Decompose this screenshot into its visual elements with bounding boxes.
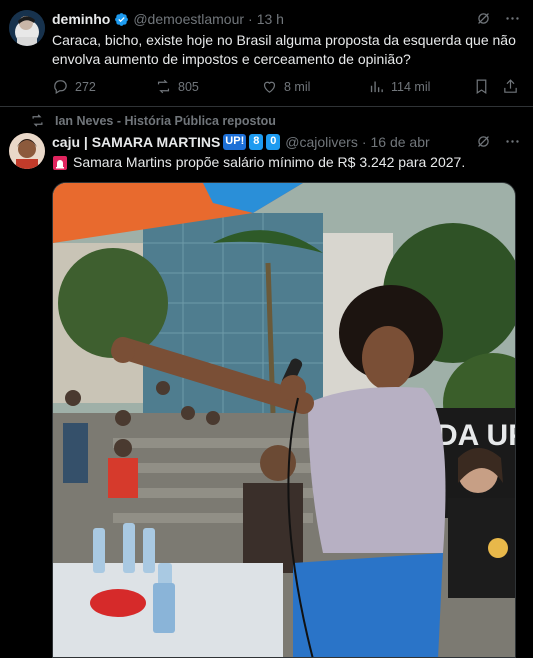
like-button[interactable]: 8 mil [261, 78, 310, 95]
display-name[interactable]: caju | SAMARA MARTINS [52, 134, 220, 150]
reply-icon [54, 80, 67, 94]
tweet-text-row: Samara Martins propõe salário mínimo de … [52, 153, 522, 172]
media-banner-text: DA UP [436, 419, 516, 452]
siren-emoji-icon [53, 155, 67, 170]
share-icon [504, 79, 517, 93]
verified-badge-icon [115, 12, 129, 26]
reposted-by[interactable]: Ian Neves - História Pública repostou [30, 113, 276, 128]
grok-icon[interactable] [475, 133, 492, 150]
number-0-badge: 0 [266, 134, 281, 150]
tweet-photo[interactable]: DA UP [52, 182, 516, 658]
share-button[interactable] [502, 78, 525, 95]
number-8-badge: 8 [249, 134, 264, 150]
repost-icon [32, 114, 43, 127]
separator: · [361, 134, 367, 150]
bookmark-icon [476, 79, 487, 95]
tweet-header: deminho @demoestlamour · 13 h [52, 11, 284, 27]
views-count: 114 mil [391, 79, 431, 94]
reply-count: 272 [75, 79, 96, 94]
tweet-top-actions [475, 133, 521, 150]
more-icon[interactable] [504, 10, 521, 27]
tweet-top-actions [475, 10, 521, 27]
tweet-text: Samara Martins propõe salário mínimo de … [73, 154, 466, 170]
tweet-deminho[interactable]: deminho @demoestlamour · 13 h Caraca, bi… [0, 0, 533, 107]
timestamp[interactable]: 16 de abr [371, 134, 430, 150]
reply-button[interactable]: 272 [52, 78, 96, 95]
handle[interactable]: @cajolivers [285, 134, 358, 150]
up-badge: UP! [223, 134, 247, 150]
display-name[interactable]: deminho [52, 11, 110, 27]
bookmark-button[interactable] [473, 78, 496, 95]
like-icon [263, 81, 276, 93]
repost-count: 805 [178, 79, 199, 94]
more-icon[interactable] [504, 133, 521, 150]
grok-icon[interactable] [475, 10, 492, 27]
views-icon [370, 81, 383, 93]
handle[interactable]: @demoestlamour [133, 11, 244, 27]
reposted-by-label: Ian Neves - História Pública repostou [55, 113, 276, 128]
separator: · [248, 11, 253, 27]
rally-photo: DA UP [53, 183, 516, 657]
like-count: 8 mil [284, 79, 311, 94]
tweet-actions: 272 805 8 mil 114 mil [52, 78, 520, 96]
repost-button[interactable]: 805 [155, 78, 199, 95]
timestamp[interactable]: 13 h [257, 11, 284, 27]
views-button[interactable]: 114 mil [368, 78, 430, 95]
avatar[interactable] [9, 10, 45, 46]
avatar[interactable] [9, 133, 45, 169]
tweet-text: Caraca, bicho, existe hoje no Brasil alg… [52, 32, 516, 67]
tweet-header: caju | SAMARA MARTINS UP! 8 0 @cajoliver… [52, 134, 430, 150]
repost-icon [157, 79, 170, 94]
